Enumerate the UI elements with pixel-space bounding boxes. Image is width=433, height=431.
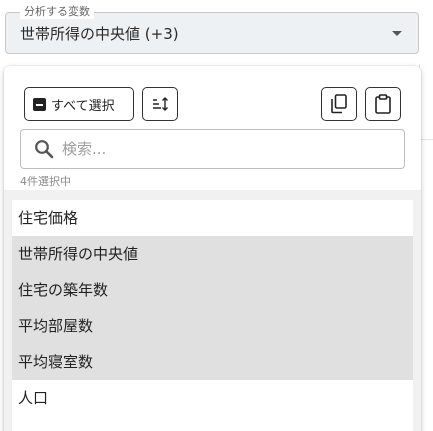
- minus-checkbox-icon: [33, 97, 46, 111]
- select-all-button[interactable]: すべて選択: [24, 87, 134, 121]
- variable-list: 住宅価格 世帯所得の中央値 住宅の築年数 平均部屋数 平均寝室数 人口: [12, 200, 413, 431]
- variable-dropdown-popover: すべて選択 検索... 4件選択中 住宅価格 世帯所得の中央値 住宅の築年数 平…: [4, 66, 421, 431]
- clipboard-icon: [375, 94, 391, 114]
- sort-button[interactable]: [142, 87, 178, 121]
- list-item[interactable]: 世帯所得の中央値: [12, 236, 413, 272]
- selected-count: 4件選択中: [20, 175, 71, 188]
- select-all-label: すべて選択: [51, 98, 115, 114]
- dropdown-header: すべて選択 検索... 4件選択中: [4, 66, 421, 190]
- search-input[interactable]: [62, 138, 392, 160]
- paste-button[interactable]: [365, 87, 401, 121]
- sort-icon: [153, 97, 168, 111]
- search-field[interactable]: [20, 129, 405, 169]
- list-item[interactable]: 人口: [12, 380, 413, 416]
- page: 分析する変数 世帯所得の中央値 (+3) すべて選択 検索... 4件選択中 住…: [0, 0, 433, 431]
- variable-select-label: 分析する変数: [20, 5, 94, 19]
- variable-select-value[interactable]: 世帯所得の中央値 (+3): [20, 24, 179, 44]
- list-item[interactable]: 平均部屋数: [12, 308, 413, 344]
- caret-down-icon[interactable]: [392, 31, 402, 36]
- list-item[interactable]: 住宅の築年数: [12, 272, 413, 308]
- copy-button[interactable]: [321, 87, 357, 121]
- copy-icon: [331, 94, 347, 114]
- list-item[interactable]: 平均寝室数: [12, 344, 413, 380]
- search-icon: [35, 140, 54, 159]
- variable-select[interactable]: 分析する変数 世帯所得の中央値 (+3): [5, 5, 419, 54]
- list-item[interactable]: 住宅価格: [12, 200, 413, 236]
- background-panel: [419, 64, 433, 140]
